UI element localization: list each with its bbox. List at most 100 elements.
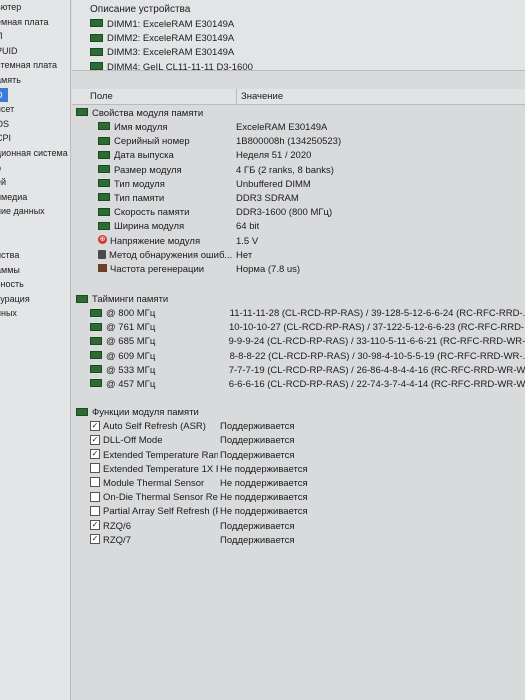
sidebar-tree[interactable]: ьютеремная платаПPUIDстемная платаамятьD… bbox=[0, 0, 71, 700]
property-row[interactable]: Скорость памяти DDR3-1600 (800 МГц) bbox=[72, 206, 525, 220]
ram-icon bbox=[98, 207, 110, 216]
sidebar-item[interactable]: сность bbox=[0, 277, 70, 292]
feature-row[interactable]: ✓ RZQ/6 Поддерживается bbox=[72, 519, 525, 534]
property-row[interactable]: Дата выпуска Неделя 51 / 2020 bbox=[72, 149, 525, 163]
property-value: 1.5 V bbox=[236, 235, 259, 247]
device-item[interactable]: DIMM2: ExceleRAM E30149A bbox=[72, 32, 525, 46]
property-label-text: Размер модуля bbox=[114, 164, 182, 176]
ram-icon bbox=[98, 150, 110, 159]
timing-row[interactable]: @ 800 МГц 11-11-11-28 (CL-RCD-RP-RAS) / 3… bbox=[72, 307, 525, 321]
timing-value: 9-9-9-24 (CL-RCD-RP-RAS) / 33-110-5-11-6… bbox=[228, 336, 525, 348]
checkbox-unchecked-icon bbox=[90, 463, 100, 474]
device-label: DIMM3: ExceleRAM E30149A bbox=[107, 47, 235, 59]
sidebar-item[interactable]: нных bbox=[0, 306, 70, 321]
checkbox-unchecked-icon bbox=[90, 477, 100, 488]
ram-icon bbox=[90, 308, 102, 317]
sidebar-item[interactable]: имедиа bbox=[0, 190, 70, 205]
device-list-header[interactable]: Описание устройства bbox=[72, 2, 525, 18]
property-row[interactable]: Размер модуля 4 ГБ (2 ranks, 8 banks) bbox=[72, 164, 525, 178]
sidebar-item[interactable]: турация bbox=[0, 292, 70, 307]
device-list[interactable]: Описание устройства DIMM1: ExceleRAM E30… bbox=[72, 0, 525, 73]
group-title: Свойства модуля памяти bbox=[92, 108, 204, 119]
group-features: Функции модуля памяти bbox=[72, 406, 525, 420]
property-label: Тип памяти bbox=[72, 192, 234, 206]
property-label-text: Метод обнаружения ошиб... bbox=[109, 249, 233, 261]
feature-row[interactable]: On-Die Thermal Sensor Read...Не поддержи… bbox=[72, 491, 525, 505]
feature-label: Extended Temperature 1X Re... bbox=[72, 463, 218, 477]
ram-icon bbox=[90, 365, 102, 374]
feature-label-text: Module Thermal Sensor bbox=[103, 477, 205, 489]
error-detect-icon bbox=[98, 249, 106, 259]
sidebar-item[interactable] bbox=[0, 219, 70, 234]
feature-label-text: Auto Self Refresh (ASR) bbox=[103, 421, 206, 433]
feature-label: ✓ Extended Temperature Range bbox=[72, 449, 218, 463]
property-label-text: Имя модуля bbox=[114, 122, 168, 133]
sidebar-item[interactable]: аммы bbox=[0, 263, 70, 278]
property-label: Имя модуля bbox=[72, 121, 234, 135]
group-title: Тайминги памяти bbox=[92, 294, 169, 306]
sidebar-item[interactable]: OS bbox=[0, 117, 70, 132]
timing-value: 6-6-6-16 (CL-RCD-RP-RAS) / 22-74-3-7-4-4… bbox=[228, 379, 525, 390]
property-label: Ширина модуля bbox=[72, 220, 234, 234]
device-item[interactable]: DIMM3: ExceleRAM E30149A bbox=[72, 46, 525, 60]
timing-row[interactable]: @ 685 МГц 9-9-9-24 (CL-RCD-RP-RAS) / 33-1… bbox=[72, 335, 525, 349]
property-value: DDR3 SDRAM bbox=[236, 192, 299, 204]
ram-icon bbox=[98, 136, 110, 145]
sidebar-item[interactable]: иства bbox=[0, 248, 70, 263]
checkbox-checked-icon: ✓ bbox=[90, 434, 100, 445]
sidebar-item[interactable]: П bbox=[0, 29, 70, 44]
property-label: Дата выпуска bbox=[72, 149, 234, 163]
main-panel: Описание устройства DIMM1: ExceleRAM E30… bbox=[72, 0, 525, 700]
checkbox-checked-icon: ✓ bbox=[90, 519, 100, 530]
device-item[interactable]: DIMM4: GeIL CL11-11-11 D3-1600 bbox=[72, 61, 525, 75]
property-row[interactable]: Частота регенерации Норма (7.8 us) bbox=[72, 263, 525, 277]
feature-row[interactable]: Module Thermal Sensor Не поддерживается bbox=[72, 477, 525, 491]
sidebar-item[interactable]: стемная плата bbox=[0, 58, 70, 73]
property-row[interactable]: Серийный номер 1B800008h (134250523) bbox=[72, 135, 525, 149]
feature-row[interactable]: ✓ Auto Self Refresh (ASR) Поддерживается bbox=[72, 420, 525, 434]
feature-value: Поддерживается bbox=[220, 520, 295, 532]
checkbox-checked-icon: ✓ bbox=[90, 420, 100, 431]
timing-value: 7-7-7-19 (CL-RCD-RP-RAS) / 26-86-4-8-4-4… bbox=[228, 364, 525, 376]
sidebar-item[interactable]: ьютер bbox=[0, 0, 70, 15]
property-row[interactable]: Тип памяти DDR3 SDRAM bbox=[72, 192, 525, 206]
feature-row[interactable]: ✓ DLL-Off Mode Поддерживается bbox=[72, 434, 525, 448]
property-row[interactable]: Тип модуля Unbuffered DIMM bbox=[72, 178, 525, 192]
sidebar-item[interactable] bbox=[0, 234, 70, 249]
feature-value: Поддерживается bbox=[220, 421, 295, 433]
column-field[interactable]: Поле bbox=[72, 89, 237, 104]
property-label: Тип модуля bbox=[72, 178, 234, 192]
checkbox-unchecked-icon bbox=[90, 505, 100, 516]
property-label-text: Ширина модуля bbox=[114, 221, 185, 233]
property-row[interactable]: Метод обнаружения ошиб... Нет bbox=[72, 249, 525, 263]
feature-row[interactable]: Partial Array Self Refresh (PA...Не подд… bbox=[72, 505, 525, 519]
sidebar-item[interactable]: D bbox=[0, 87, 8, 103]
sidebar-item[interactable]: ей bbox=[0, 175, 70, 190]
timing-row[interactable]: @ 457 МГц 6-6-6-16 (CL-RCD-RP-RAS) / 22-7… bbox=[72, 378, 525, 392]
ram-icon bbox=[98, 179, 110, 188]
timing-value: 8-8-8-22 (CL-RCD-RP-RAS) / 30-98-4-10-5-… bbox=[229, 350, 525, 362]
sidebar-item[interactable]: емная плата bbox=[0, 15, 70, 30]
sidebar-item[interactable]: ционная система bbox=[0, 146, 70, 161]
sidebar-item[interactable]: р bbox=[0, 161, 70, 176]
timing-label: @ 685 МГц bbox=[72, 335, 216, 349]
timing-label-text: @ 457 МГц bbox=[106, 379, 156, 390]
sidebar-item[interactable]: псет bbox=[0, 102, 70, 117]
property-row[interactable]: Имя модуля ExceleRAM E30149A bbox=[72, 121, 525, 135]
timing-row[interactable]: @ 761 МГц 10-10-10-27 (CL-RCD-RP-RAS) / 3… bbox=[72, 321, 525, 335]
feature-row[interactable]: Extended Temperature 1X Re...Не поддержи… bbox=[72, 463, 525, 477]
sidebar-item[interactable]: ние данных bbox=[0, 204, 70, 219]
sidebar-item[interactable]: амять bbox=[0, 73, 70, 88]
sidebar-item[interactable]: CPI bbox=[0, 131, 70, 146]
sidebar-item[interactable]: PUID bbox=[0, 44, 70, 59]
property-label: ⊕ Напряжение модуля bbox=[72, 235, 234, 249]
property-row[interactable]: Ширина модуля 64 bit bbox=[72, 220, 525, 234]
property-row[interactable]: ⊕ Напряжение модуля 1.5 V bbox=[72, 235, 525, 249]
device-label: DIMM2: ExceleRAM E30149A bbox=[107, 33, 235, 45]
timing-row[interactable]: @ 609 МГц 8-8-8-22 (CL-RCD-RP-RAS) / 30-9… bbox=[72, 350, 525, 364]
device-item[interactable]: DIMM1: ExceleRAM E30149A bbox=[72, 18, 525, 32]
feature-row[interactable]: ✓ RZQ/7 Поддерживается bbox=[72, 534, 525, 548]
feature-row[interactable]: ✓ Extended Temperature Range Поддерживаетс… bbox=[72, 449, 525, 463]
timing-row[interactable]: @ 533 МГц 7-7-7-19 (CL-RCD-RP-RAS) / 26-8… bbox=[72, 364, 525, 378]
column-value[interactable]: Значение bbox=[237, 89, 283, 104]
